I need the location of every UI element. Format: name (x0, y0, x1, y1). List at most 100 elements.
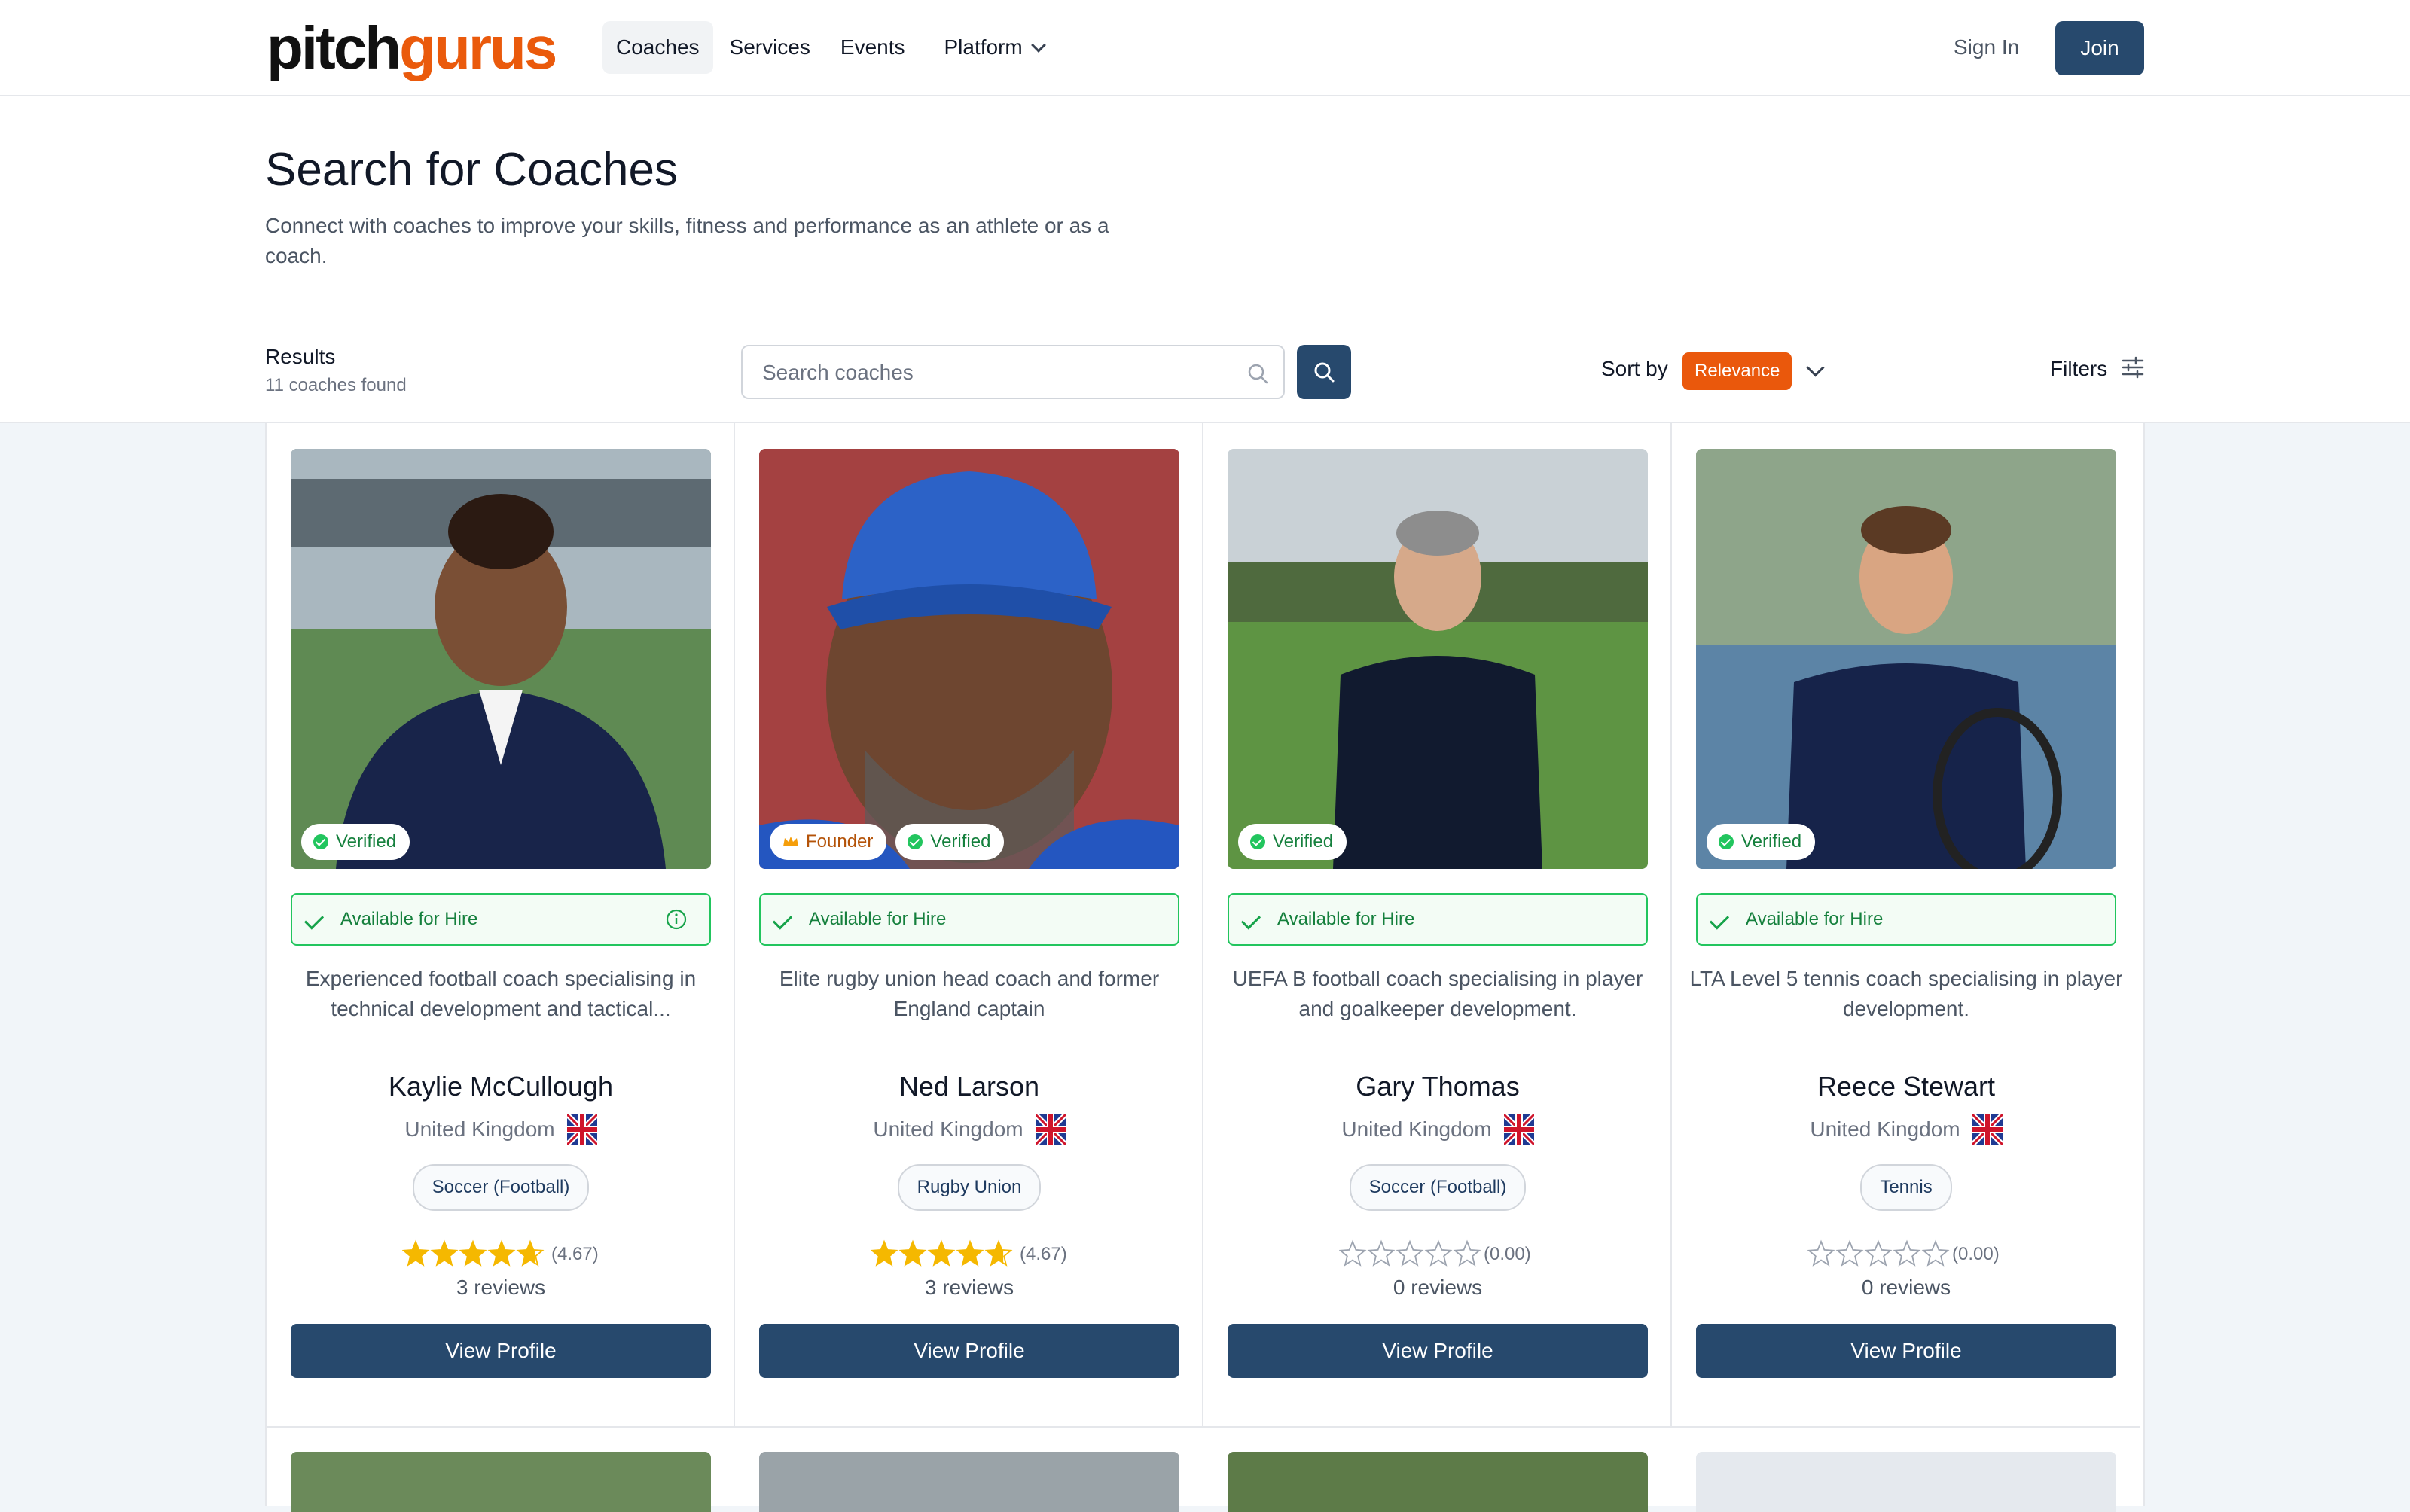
check-circle-icon (313, 834, 328, 849)
sliders-icon[interactable] (2121, 355, 2145, 380)
check-circle-icon (1719, 834, 1734, 849)
sort-select[interactable]: Relevance (1682, 352, 1792, 390)
join-button[interactable]: Join (2055, 21, 2144, 75)
search-button[interactable] (1297, 345, 1351, 399)
coach-name[interactable]: Gary Thomas (1203, 1071, 1672, 1102)
uk-flag-icon (566, 1114, 597, 1145)
uk-flag-icon (1035, 1114, 1066, 1145)
coach-photo[interactable]: Verified (291, 449, 711, 869)
results-count: 11 coaches found (265, 375, 407, 395)
verified-badge: Verified (1238, 824, 1347, 860)
view-profile-button[interactable]: View Profile (759, 1324, 1179, 1378)
star-fill (871, 1242, 897, 1265)
nav-services[interactable]: Services (716, 21, 824, 74)
photo-badges: Verified (1707, 824, 1816, 860)
star-outline (1808, 1239, 1835, 1267)
coach-photo-image (1228, 449, 1648, 869)
verified-badge-label: Verified (930, 831, 991, 852)
availability-banner: Available for Hire (759, 893, 1179, 946)
search-field[interactable] (741, 345, 1285, 399)
check-icon (772, 910, 793, 930)
nav-events[interactable]: Events (827, 21, 919, 74)
availability-label: Available for Hire (1277, 909, 1415, 929)
view-profile-button[interactable]: View Profile (1696, 1324, 2116, 1378)
logo-text-part2: gurus (399, 14, 557, 81)
search-input[interactable] (761, 355, 1216, 390)
view-profile-button[interactable]: View Profile (291, 1324, 711, 1378)
coach-description: Experienced football coach specialising … (305, 967, 697, 1020)
search-icon (1248, 364, 1268, 384)
photo-badges: Verified (301, 824, 410, 860)
rating-value: (0.00) (1484, 1244, 1531, 1264)
founder-badge-label: Founder (806, 831, 874, 852)
star-fill (403, 1242, 429, 1265)
star-fill (929, 1242, 954, 1265)
coach-name[interactable]: Kaylie McCullough (267, 1071, 735, 1102)
star-outline (1339, 1239, 1367, 1267)
nav-platform-label: Platform (944, 35, 1023, 59)
search-header: Search for Coaches Connect with coaches … (0, 96, 2410, 423)
chevron-down-icon (1030, 38, 1046, 53)
coach-name[interactable]: Reece Stewart (1672, 1071, 2140, 1102)
coach-photo-next-row[interactable] (291, 1452, 711, 1512)
star-outline (1424, 1239, 1453, 1267)
view-profile-button[interactable]: View Profile (1228, 1324, 1648, 1378)
photo-badges: Founder Verified (770, 824, 1005, 860)
coach-photo-next-row[interactable] (1228, 1452, 1648, 1512)
check-circle-icon (908, 834, 923, 849)
star-fill (460, 1242, 486, 1265)
filters-button[interactable]: Filters (2050, 357, 2107, 381)
sport-tag-wrap: Tennis (1672, 1164, 2140, 1211)
chevron-down-icon[interactable] (1806, 358, 1825, 377)
coach-card: Verified Available for Hire UEFA B footb… (1203, 423, 1672, 1428)
stars-icon (1339, 1239, 1481, 1267)
availability-label: Available for Hire (1746, 909, 1884, 929)
coach-card: Verified Available for Hire LTA Level 5 … (1672, 423, 2140, 1428)
coach-photo[interactable]: Verified (1696, 449, 2116, 869)
coach-photo[interactable]: Verified (1228, 449, 1648, 869)
coach-photo-image (291, 449, 711, 869)
coach-photo[interactable]: Founder Verified (759, 449, 1179, 869)
verified-badge: Verified (1707, 824, 1816, 860)
sport-tag: Tennis (1860, 1164, 1952, 1211)
coach-location: United Kingdom (735, 1114, 1203, 1145)
results-label: Results (265, 345, 336, 368)
check-icon (304, 910, 325, 930)
star-outline (1835, 1239, 1864, 1267)
coach-photo-next-row[interactable] (1696, 1452, 2116, 1512)
coach-country: United Kingdom (1341, 1117, 1492, 1141)
main-nav: Coaches Services Events Platform (602, 21, 1060, 74)
coach-description: Elite rugby union head coach and former … (779, 967, 1160, 1020)
star-outline (1921, 1239, 1950, 1267)
founder-badge: Founder (770, 824, 887, 860)
coach-name[interactable]: Ned Larson (735, 1071, 1203, 1102)
star-fill (957, 1242, 983, 1265)
reviews-count: 3 reviews (456, 1276, 546, 1299)
star-outline (1864, 1239, 1893, 1267)
reviews-count: 0 reviews (1393, 1276, 1483, 1299)
star-outline (1367, 1239, 1396, 1267)
sport-tag-wrap: Rugby Union (735, 1164, 1203, 1211)
sign-in-link[interactable]: Sign In (1936, 21, 2037, 74)
page-title: Search for Coaches (265, 144, 678, 196)
coach-description: UEFA B football coach specialising in pl… (1232, 967, 1643, 1020)
uk-flag-icon (1972, 1114, 2003, 1145)
availability-label: Available for Hire (809, 909, 947, 929)
star-rating: (0.00) (1672, 1239, 2140, 1270)
rating-value: (4.67) (1020, 1244, 1067, 1264)
info-icon[interactable] (666, 909, 687, 930)
pitchgurus-logo[interactable]: pitchgurus (267, 11, 557, 86)
photo-badges: Verified (1238, 824, 1347, 860)
coach-photo-image (1696, 449, 2116, 869)
reviews-count: 0 reviews (1861, 1276, 1951, 1299)
sport-tag: Rugby Union (897, 1164, 1042, 1211)
sport-tag-wrap: Soccer (Football) (1203, 1164, 1672, 1211)
coach-photo-next-row[interactable] (759, 1452, 1179, 1512)
star-outline (1453, 1239, 1481, 1267)
rating-value: (0.00) (1952, 1244, 2000, 1264)
nav-platform[interactable]: Platform (931, 21, 1057, 74)
verified-badge: Verified (301, 824, 410, 860)
nav-coaches[interactable]: Coaches (602, 21, 713, 74)
reviews-count: 3 reviews (924, 1276, 1014, 1299)
sport-tag: Soccer (Football) (1349, 1164, 1527, 1211)
